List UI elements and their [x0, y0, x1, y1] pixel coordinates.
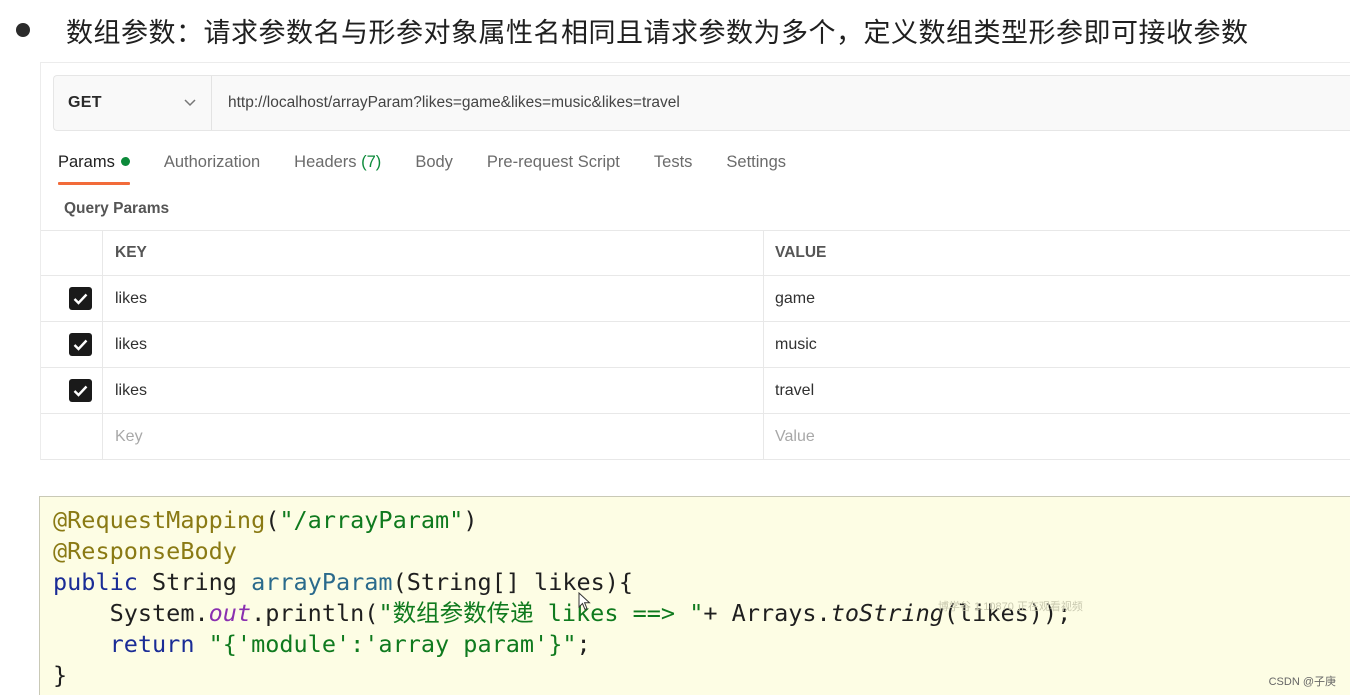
keyword: public [53, 568, 138, 596]
mouse-cursor-icon [578, 592, 591, 611]
column-header-key: KEY [103, 231, 764, 275]
class-ref: System. [109, 599, 209, 627]
tab-label: Tests [653, 153, 693, 171]
tab-label: Authorization [163, 153, 261, 171]
query-params-title: Query Params [64, 200, 170, 217]
bullet-icon [16, 23, 30, 37]
chevron-down-icon [183, 96, 197, 110]
row-check-cell [41, 368, 103, 413]
request-tabs: Params Authorization Headers (7) Body Pr… [58, 149, 820, 189]
table-header-row: KEY VALUE [41, 230, 1350, 276]
watermark: 博学谷 1.10870 正在观看视频 [938, 601, 1083, 613]
tab-label: Params [58, 153, 115, 171]
method-label: GET [68, 94, 102, 111]
code-line: public String arrayParam(String[] likes)… [53, 567, 1350, 598]
tab-label: Headers [294, 153, 357, 171]
method-select[interactable]: GET [54, 76, 212, 130]
new-key-input[interactable]: Key [103, 414, 764, 459]
code-text: + Arrays. [703, 599, 831, 627]
code-text: ; [576, 630, 591, 658]
tab-settings[interactable]: Settings [726, 149, 786, 185]
column-header-value: VALUE [775, 244, 827, 261]
tab-label: Pre-request Script [486, 153, 620, 171]
tab-label: Settings [726, 153, 787, 171]
tab-params[interactable]: Params [58, 149, 130, 185]
row-check-cell [41, 276, 103, 321]
table-row: likes game [41, 276, 1350, 322]
checkmark-icon [73, 385, 88, 397]
string-literal: "数组参数传递 likes ==> " [378, 599, 704, 627]
tab-label: Body [415, 153, 453, 171]
table-row-empty: Key Value [41, 414, 1350, 460]
param-key-field[interactable]: likes [103, 368, 764, 413]
status-dot-icon [120, 157, 130, 166]
keyword: return [109, 630, 195, 658]
annotation: @ResponseBody [53, 537, 237, 565]
param-key-field[interactable]: likes [103, 322, 764, 367]
param-key-field[interactable]: likes [103, 276, 764, 321]
type-name: String [137, 568, 252, 596]
checkbox-checked[interactable] [69, 379, 92, 402]
tab-authorization[interactable]: Authorization [164, 149, 260, 185]
row-check-cell [41, 414, 103, 459]
checkmark-icon [73, 293, 88, 305]
static-method: toString [830, 599, 944, 627]
postman-panel: GET http://localhost/arrayParam?likes=ga… [40, 62, 1350, 460]
annotation: @RequestMapping [53, 506, 266, 534]
source-credit: CSDN @子庚 [1268, 676, 1336, 688]
request-bar: GET http://localhost/arrayParam?likes=ga… [53, 75, 1350, 131]
heading-text: 数组参数：请求参数名与形参对象属性名相同且请求参数为多个，定义数组类型形参即可接… [66, 17, 1249, 49]
code-block: @RequestMapping("/arrayParam") @Response… [39, 496, 1350, 695]
code-line: System.out.println("数组参数传递 likes ==> "+ … [53, 598, 1350, 629]
string-literal: "/arrayParam" [279, 506, 464, 534]
code-paren: ) [463, 506, 478, 534]
closing-brace: } [53, 661, 68, 689]
table-row: likes music [41, 322, 1350, 368]
param-value-field[interactable]: game [764, 276, 1350, 321]
static-field: out [208, 599, 252, 627]
tab-tests[interactable]: Tests [654, 149, 693, 185]
row-check-cell [41, 322, 103, 367]
table-row: likes travel [41, 368, 1350, 414]
code-line: @ResponseBody [53, 536, 1350, 567]
tab-pre-request-script[interactable]: Pre-request Script [487, 149, 620, 185]
code-line: } [53, 660, 1350, 691]
method-call: .println( [251, 599, 379, 627]
param-value-field[interactable]: music [764, 322, 1350, 367]
tab-headers[interactable]: Headers (7) [294, 149, 381, 185]
code-line: return "{'module':'array param'}"; [53, 629, 1350, 660]
param-list: (String[] likes){ [392, 568, 634, 596]
param-value-field[interactable]: travel [764, 368, 1350, 413]
method-name: arrayParam [251, 568, 393, 596]
new-value-input[interactable]: Value [764, 414, 1350, 459]
checkbox-checked[interactable] [69, 287, 92, 310]
code-paren: ( [265, 506, 280, 534]
header-check-cell [41, 231, 103, 275]
tab-body[interactable]: Body [415, 149, 453, 185]
checkmark-icon [73, 339, 88, 351]
query-params-table: KEY VALUE likes game likes music likes t… [41, 230, 1350, 460]
slide-heading: 数组参数：请求参数名与形参对象属性名相同且请求参数为多个，定义数组类型形参即可接… [16, 10, 1249, 50]
string-literal: "{'module':'array param'}" [208, 630, 577, 658]
checkbox-checked[interactable] [69, 333, 92, 356]
code-line: @RequestMapping("/arrayParam") [53, 505, 1350, 536]
headers-count: (7) [361, 153, 382, 171]
url-input[interactable]: http://localhost/arrayParam?likes=game&l… [212, 76, 1350, 130]
